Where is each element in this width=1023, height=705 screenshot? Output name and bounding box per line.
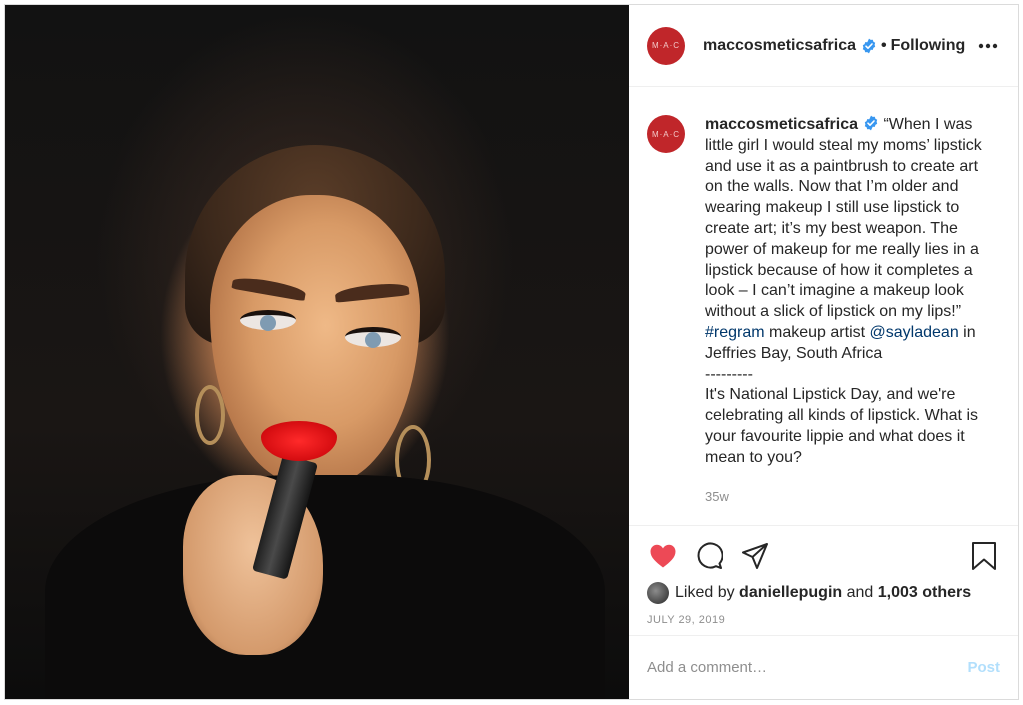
post-photo[interactable] [5, 5, 629, 699]
caption-username[interactable]: maccosmeticsafrica [705, 116, 858, 133]
following-button[interactable]: Following [891, 37, 966, 55]
verified-badge-icon [862, 38, 876, 53]
header-username[interactable]: maccosmeticsafrica [703, 37, 856, 55]
actions-section: Liked by daniellepugin and 1,003 others … [629, 525, 1018, 635]
header-dot: • [880, 36, 887, 54]
caption-text: maccosmeticsafrica “When I was little gi… [705, 115, 1000, 525]
comment-icon [697, 542, 723, 569]
comment-input[interactable] [647, 659, 968, 676]
post-card: M·A·C maccosmeticsafrica • Following M·A… [4, 4, 1019, 700]
liked-by-user-link[interactable]: daniellepugin [739, 584, 842, 602]
account-avatar[interactable]: M·A·C [647, 26, 685, 65]
photo-earring-left [195, 385, 225, 445]
post-header: M·A·C maccosmeticsafrica • Following [629, 5, 1018, 87]
post-comment-button[interactable]: Post [967, 659, 1000, 676]
caption-body2: It's National Lipstick Day, and we're ce… [705, 386, 978, 466]
caption-avatar[interactable]: M·A·C [647, 115, 685, 153]
photo-clothing [45, 475, 605, 699]
comment-box: Post [629, 635, 1018, 699]
more-icon [978, 43, 998, 48]
hashtag-link[interactable]: #regram [705, 324, 765, 341]
liked-by-prefix: Liked by [675, 584, 735, 601]
post-date[interactable]: JULY 29, 2019 [647, 614, 1000, 626]
share-icon [742, 543, 768, 569]
comment-button[interactable] [693, 540, 725, 572]
liked-and-text: and [846, 584, 874, 601]
photo-eye-left [240, 310, 296, 331]
bookmark-icon [972, 542, 996, 570]
caption-avatar-logo-text: M·A·C [651, 129, 681, 139]
like-button[interactable] [647, 540, 679, 572]
action-row [647, 540, 1000, 572]
likes-count-link[interactable]: 1,003 others [878, 584, 971, 602]
caption-time-ago[interactable]: 35w [705, 487, 1000, 508]
caption-separator: --------- [705, 365, 753, 383]
caption-area: M·A·C maccosmeticsafrica “When I was lit… [629, 87, 1018, 525]
caption-mid-text: makeup artist [769, 323, 866, 341]
photo-eye-right [345, 327, 401, 348]
avatar-logo-text: M·A·C [651, 41, 681, 50]
liker-avatar[interactable] [647, 582, 669, 604]
caption-quote: “When I was little girl I would steal my… [705, 116, 982, 321]
save-button[interactable] [968, 540, 1000, 572]
mention-link[interactable]: @sayladean [870, 324, 959, 341]
share-button[interactable] [739, 540, 771, 572]
verified-badge-icon [864, 115, 878, 131]
heart-icon [650, 544, 676, 568]
more-options-button[interactable] [976, 34, 1000, 58]
likes-summary: Liked by daniellepugin and 1,003 others [647, 582, 1000, 604]
post-sidebar: M·A·C maccosmeticsafrica • Following M·A… [629, 5, 1018, 699]
